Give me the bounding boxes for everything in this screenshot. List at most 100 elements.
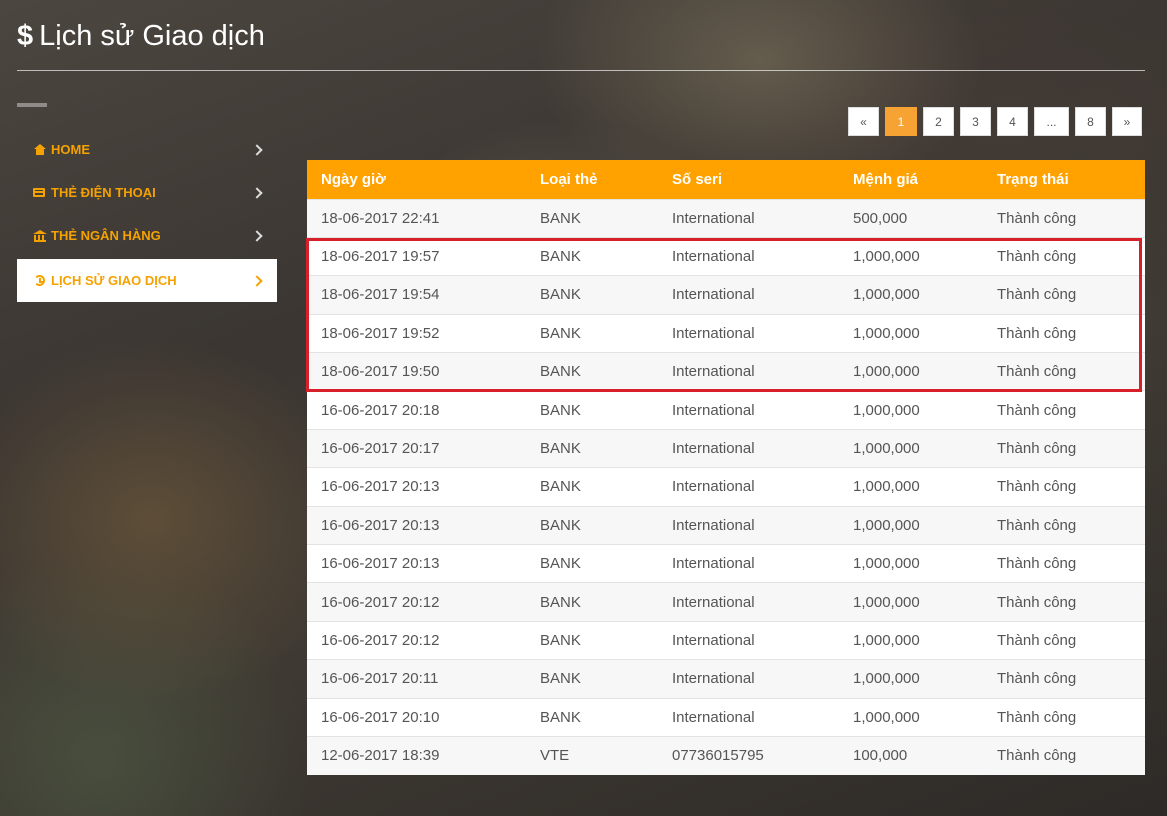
cell-status: Thành công xyxy=(983,352,1145,391)
history-icon xyxy=(33,274,47,287)
cell-status: Thành công xyxy=(983,582,1145,622)
cell-serial: International xyxy=(658,697,839,737)
sidebar-item-label: LỊCH SỬ GIAO DỊCH xyxy=(51,273,177,288)
cell-datetime: 16-06-2017 20:17 xyxy=(307,428,526,468)
pagination-page-1[interactable]: 1 xyxy=(885,107,917,136)
cell-amount: 1,000,000 xyxy=(839,313,983,353)
cell-card-type: BANK xyxy=(526,659,658,699)
cell-amount: 1,000,000 xyxy=(839,275,983,315)
column-header-status: Trạng thái xyxy=(983,160,1145,199)
dollar-icon: $ xyxy=(17,20,34,52)
cell-card-type: BANK xyxy=(526,505,658,545)
cell-status: Thành công xyxy=(983,659,1145,699)
cell-serial: International xyxy=(658,275,839,315)
cell-card-type: VTE xyxy=(526,735,658,775)
cell-amount: 1,000,000 xyxy=(839,236,983,276)
cell-datetime: 16-06-2017 20:11 xyxy=(307,659,526,699)
chevron-right-icon xyxy=(251,274,263,287)
cell-serial: International xyxy=(658,313,839,353)
cell-status: Thành công xyxy=(983,467,1145,507)
sidebar-divider xyxy=(17,103,47,107)
transaction-table-grid: Ngày giờ Loại thẻ Số seri Mệnh giá Trạng… xyxy=(307,160,1145,775)
column-header-datetime: Ngày giờ xyxy=(307,160,526,199)
cell-amount: 1,000,000 xyxy=(839,620,983,660)
cell-card-type: BANK xyxy=(526,428,658,468)
cell-amount: 1,000,000 xyxy=(839,659,983,699)
cell-datetime: 16-06-2017 20:13 xyxy=(307,544,526,583)
sidebar-item-transaction-history[interactable]: LỊCH SỬ GIAO DỊCH xyxy=(17,259,277,302)
cell-datetime: 18-06-2017 19:54 xyxy=(307,275,526,315)
sidebar-item-phone-card[interactable]: THẺ ĐIỆN THOẠI xyxy=(17,171,277,214)
cell-status: Thành công xyxy=(983,428,1145,468)
cell-amount: 500,000 xyxy=(839,198,983,238)
cell-status: Thành công xyxy=(983,735,1145,775)
page-header: $ Lịch sử Giao dịch xyxy=(17,14,1145,71)
cell-datetime: 18-06-2017 19:50 xyxy=(307,352,526,391)
cell-status: Thành công xyxy=(983,390,1145,430)
cell-amount: 100,000 xyxy=(839,735,983,775)
cell-amount: 1,000,000 xyxy=(839,352,983,391)
table-row: 16-06-2017 20:11 BANK International 1,00… xyxy=(307,659,1145,699)
cell-datetime: 18-06-2017 22:41 xyxy=(307,198,526,238)
cell-serial: International xyxy=(658,505,839,545)
pagination-next-button[interactable]: » xyxy=(1112,107,1142,136)
table-row: 16-06-2017 20:18 BANK International 1,00… xyxy=(307,390,1145,430)
cell-amount: 1,000,000 xyxy=(839,544,983,583)
cell-card-type: BANK xyxy=(526,275,658,315)
cell-serial: International xyxy=(658,467,839,507)
cell-datetime: 16-06-2017 20:18 xyxy=(307,390,526,430)
pagination-prev-button[interactable]: « xyxy=(848,107,879,136)
page-title-text: Lịch sử Giao dịch xyxy=(39,20,265,52)
sidebar: HOME THẺ ĐIỆN THOẠI THẺ NGÂN HÀNG LỊCH S… xyxy=(17,128,277,302)
table-row: 16-06-2017 20:13 BANK International 1,00… xyxy=(307,544,1145,583)
pagination-page-4[interactable]: 4 xyxy=(997,107,1028,136)
table-row: 18-06-2017 19:52 BANK International 1,00… xyxy=(307,313,1145,353)
table-row: 18-06-2017 19:54 BANK International 1,00… xyxy=(307,275,1145,315)
sidebar-item-bank-card[interactable]: THẺ NGÂN HÀNG xyxy=(17,214,277,257)
cell-serial: International xyxy=(658,352,839,391)
cell-serial: International xyxy=(658,659,839,699)
cell-amount: 1,000,000 xyxy=(839,428,983,468)
pagination-ellipsis[interactable]: ... xyxy=(1034,107,1069,136)
cell-card-type: BANK xyxy=(526,198,658,238)
cell-status: Thành công xyxy=(983,236,1145,276)
column-header-serial: Số seri xyxy=(658,160,839,199)
table-row: 16-06-2017 20:13 BANK International 1,00… xyxy=(307,467,1145,507)
cell-amount: 1,000,000 xyxy=(839,390,983,430)
table-row: 16-06-2017 20:12 BANK International 1,00… xyxy=(307,620,1145,660)
home-icon xyxy=(33,143,47,156)
cell-card-type: BANK xyxy=(526,313,658,353)
cell-datetime: 16-06-2017 20:10 xyxy=(307,697,526,737)
cell-status: Thành công xyxy=(983,313,1145,353)
pagination-page-8[interactable]: 8 xyxy=(1075,107,1106,136)
cell-datetime: 18-06-2017 19:52 xyxy=(307,313,526,353)
cell-amount: 1,000,000 xyxy=(839,505,983,545)
column-header-card-type: Loại thẻ xyxy=(526,160,658,199)
cell-serial: International xyxy=(658,582,839,622)
sidebar-item-home[interactable]: HOME xyxy=(17,128,277,171)
cell-card-type: BANK xyxy=(526,236,658,276)
table-row: 18-06-2017 19:57 BANK International 1,00… xyxy=(307,236,1145,276)
pagination-page-3[interactable]: 3 xyxy=(960,107,991,136)
table-row: 16-06-2017 20:10 BANK International 1,00… xyxy=(307,697,1145,737)
cell-datetime: 16-06-2017 20:13 xyxy=(307,467,526,507)
cell-serial: International xyxy=(658,198,839,238)
cell-amount: 1,000,000 xyxy=(839,467,983,507)
cell-datetime: 16-06-2017 20:13 xyxy=(307,505,526,545)
cell-status: Thành công xyxy=(983,620,1145,660)
cell-datetime: 16-06-2017 20:12 xyxy=(307,620,526,660)
pagination-page-2[interactable]: 2 xyxy=(923,107,954,136)
table-row: 16-06-2017 20:13 BANK International 1,00… xyxy=(307,505,1145,545)
cell-serial: International xyxy=(658,236,839,276)
cell-card-type: BANK xyxy=(526,352,658,391)
cell-serial: International xyxy=(658,544,839,583)
cell-card-type: BANK xyxy=(526,467,658,507)
sidebar-item-label: HOME xyxy=(51,142,90,157)
table-header-row: Ngày giờ Loại thẻ Số seri Mệnh giá Trạng… xyxy=(307,160,1145,199)
cell-status: Thành công xyxy=(983,505,1145,545)
cell-serial: 07736015795 xyxy=(658,735,839,775)
table-row: 16-06-2017 20:17 BANK International 1,00… xyxy=(307,428,1145,468)
sidebar-item-label: THẺ ĐIỆN THOẠI xyxy=(51,185,156,200)
cell-card-type: BANK xyxy=(526,582,658,622)
cell-card-type: BANK xyxy=(526,697,658,737)
